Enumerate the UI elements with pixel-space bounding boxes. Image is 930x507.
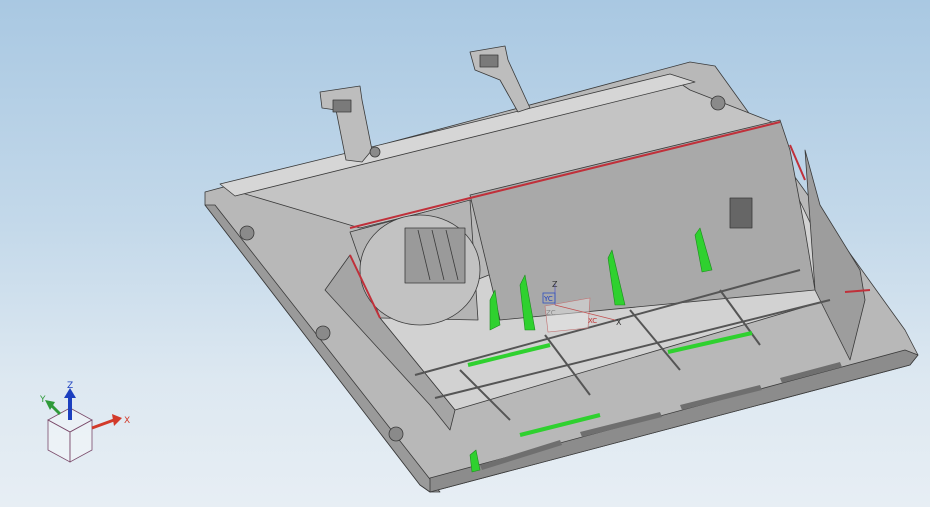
wcs-z-label: Z (552, 280, 558, 289)
triad-x-label: X (124, 416, 130, 426)
view-triad[interactable]: Z X Y (39, 381, 130, 463)
wcs-x-label: X (616, 318, 622, 327)
wcs-zc-label: ZC (546, 309, 556, 317)
plastic-housing-part-icon[interactable] (204, 45, 919, 493)
tab-right (469, 45, 531, 113)
tab-left (319, 85, 373, 163)
wcs-xc-label: XC (588, 317, 597, 325)
wcs-yc-label: YC (543, 295, 553, 303)
graphics-viewport[interactable]: Z X YC XC ZC Z X Y (0, 0, 930, 507)
wall-window (729, 197, 753, 229)
tab-left-slot (332, 99, 352, 113)
tab-right-slot (479, 54, 499, 68)
triad-y-label: Y (39, 395, 46, 405)
triad-z-label: Z (67, 381, 73, 391)
x-axis-arrow-icon (91, 414, 122, 430)
model-canvas[interactable]: Z X YC XC ZC Z X Y (0, 0, 930, 507)
y-axis-arrow-icon (45, 400, 62, 416)
latch-mechanism (404, 227, 466, 284)
